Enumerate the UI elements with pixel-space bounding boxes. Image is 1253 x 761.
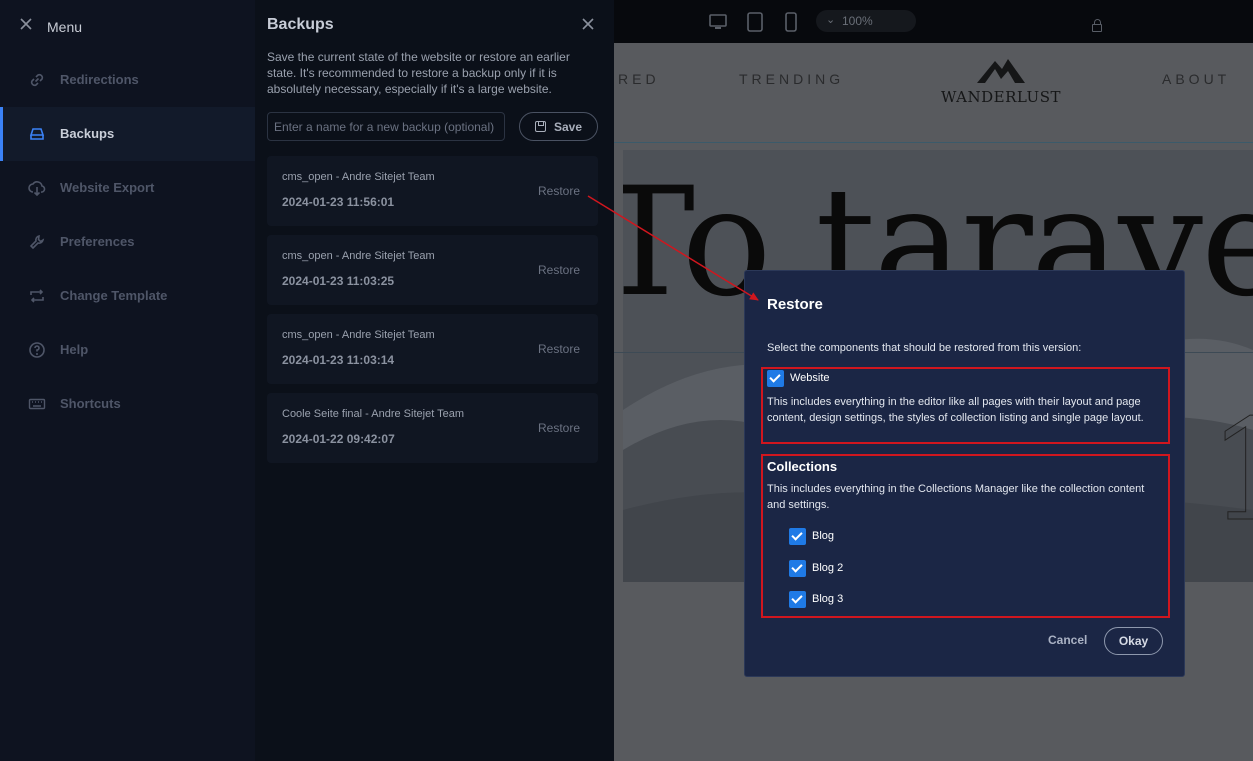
- panel-title: Backups: [267, 16, 334, 33]
- backup-date: 2024-01-23 11:56:01: [282, 195, 395, 209]
- sidebar-item-label: Backups: [60, 126, 115, 141]
- backups-panel: Backups Save the current state of the we…: [255, 0, 614, 761]
- backup-name: cms_open - Andre Sitejet Team: [282, 171, 435, 183]
- okay-button[interactable]: Okay: [1104, 627, 1163, 655]
- sidebar-item-change-template[interactable]: Change Template: [0, 269, 255, 323]
- divider: [614, 142, 1253, 143]
- restore-button[interactable]: Restore: [538, 421, 580, 435]
- restore-button[interactable]: Restore: [538, 263, 580, 277]
- panel-description: Save the current state of the website or…: [267, 50, 570, 96]
- close-icon[interactable]: [19, 17, 33, 31]
- sidebar-item-label: Help: [60, 342, 89, 357]
- hero-number: 1: [1207, 390, 1253, 554]
- restore-dialog: Restore Select the components that shoul…: [744, 270, 1185, 677]
- nav-link-red: RED: [618, 71, 660, 87]
- collections-description: This includes everything in the Collecti…: [767, 483, 1145, 511]
- save-label: Save: [554, 120, 583, 134]
- sidebar-item-website-export[interactable]: Website Export: [0, 161, 255, 215]
- backup-item: cms_open - Andre Sitejet Team 2024-01-23…: [267, 314, 598, 384]
- sidebar-item-backups[interactable]: Backups: [0, 107, 255, 161]
- close-icon[interactable]: [581, 17, 595, 31]
- link-icon: [30, 73, 44, 87]
- sidebar-menu: Menu Redirections Backups Website Export…: [0, 0, 255, 761]
- backup-item: cms_open - Andre Sitejet Team 2024-01-23…: [267, 235, 598, 305]
- backup-name: Coole Seite final - Andre Sitejet Team: [282, 408, 465, 420]
- sidebar-item-label: Change Template: [60, 288, 168, 303]
- site-logo: WANDERLUST: [941, 55, 1061, 106]
- sidebar-item-label: Shortcuts: [60, 396, 121, 411]
- backup-item: Coole Seite final - Andre Sitejet Team 2…: [267, 393, 598, 463]
- backup-date: 2024-01-23 11:03:25: [282, 274, 395, 288]
- blog-2-checkbox[interactable]: [789, 560, 806, 577]
- dialog-intro: Select the components that should be res…: [767, 342, 1082, 354]
- help-icon: [29, 342, 45, 358]
- nav-link-about: ABOUT: [1162, 71, 1231, 87]
- chevron-down-icon: ⌄: [826, 14, 836, 26]
- blog-checkbox[interactable]: [789, 528, 806, 545]
- lock-icon[interactable]: [1092, 19, 1102, 32]
- restore-button[interactable]: Restore: [538, 342, 580, 356]
- zoom-value: 100%: [842, 14, 873, 28]
- backup-icon: [29, 128, 45, 140]
- cloud-download-icon: [28, 181, 46, 197]
- backup-date: 2024-01-22 09:42:07: [282, 432, 395, 446]
- sidebar-item-label: Website Export: [60, 180, 155, 195]
- backup-date: 2024-01-23 11:03:14: [282, 353, 395, 367]
- logo-text: WANDERLUST: [941, 88, 1061, 106]
- restore-button[interactable]: Restore: [538, 184, 580, 198]
- collections-heading: Collections: [767, 459, 838, 474]
- sidebar-item-help[interactable]: Help: [0, 323, 255, 377]
- website-description: This includes everything in the editor l…: [767, 396, 1144, 424]
- dialog-title: Restore: [767, 296, 823, 313]
- menu-title: Menu: [47, 19, 83, 35]
- sidebar-item-shortcuts[interactable]: Shortcuts: [0, 377, 255, 431]
- zoom-select[interactable]: ⌄ 100%: [816, 10, 1102, 32]
- backup-item: cms_open - Andre Sitejet Team 2024-01-23…: [267, 156, 598, 226]
- nav-link-trending: TRENDING: [739, 71, 845, 87]
- mountain-icon: [977, 59, 1025, 83]
- menu-header: Menu: [0, 0, 255, 52]
- save-button[interactable]: Save: [519, 112, 598, 141]
- wrench-icon: [29, 234, 45, 250]
- blog-3-checkbox[interactable]: [789, 591, 806, 608]
- mobile-icon[interactable]: [781, 12, 801, 32]
- tablet-icon[interactable]: [745, 12, 765, 32]
- backup-name: cms_open - Andre Sitejet Team: [282, 250, 435, 262]
- website-label: Website: [790, 372, 830, 384]
- desktop-icon[interactable]: [708, 12, 728, 32]
- sidebar-item-preferences[interactable]: Preferences: [0, 215, 255, 269]
- website-checkbox[interactable]: [767, 370, 784, 387]
- preview-toolbar: ⌄ 100%: [614, 0, 1253, 43]
- blog-3-label: Blog 3: [812, 593, 844, 605]
- backup-name-input[interactable]: [267, 112, 505, 141]
- swap-icon: [30, 289, 44, 303]
- blog-2-label: Blog 2: [812, 562, 844, 574]
- keyboard-icon: [28, 398, 46, 410]
- backup-name: cms_open - Andre Sitejet Team: [282, 329, 435, 341]
- floppy-icon: [535, 121, 546, 132]
- sidebar-item-label: Preferences: [60, 234, 135, 249]
- blog-label: Blog: [812, 530, 835, 542]
- cancel-button[interactable]: Cancel: [1048, 633, 1087, 647]
- sidebar-item-redirections[interactable]: Redirections: [0, 53, 255, 107]
- sidebar-item-label: Redirections: [60, 72, 139, 87]
